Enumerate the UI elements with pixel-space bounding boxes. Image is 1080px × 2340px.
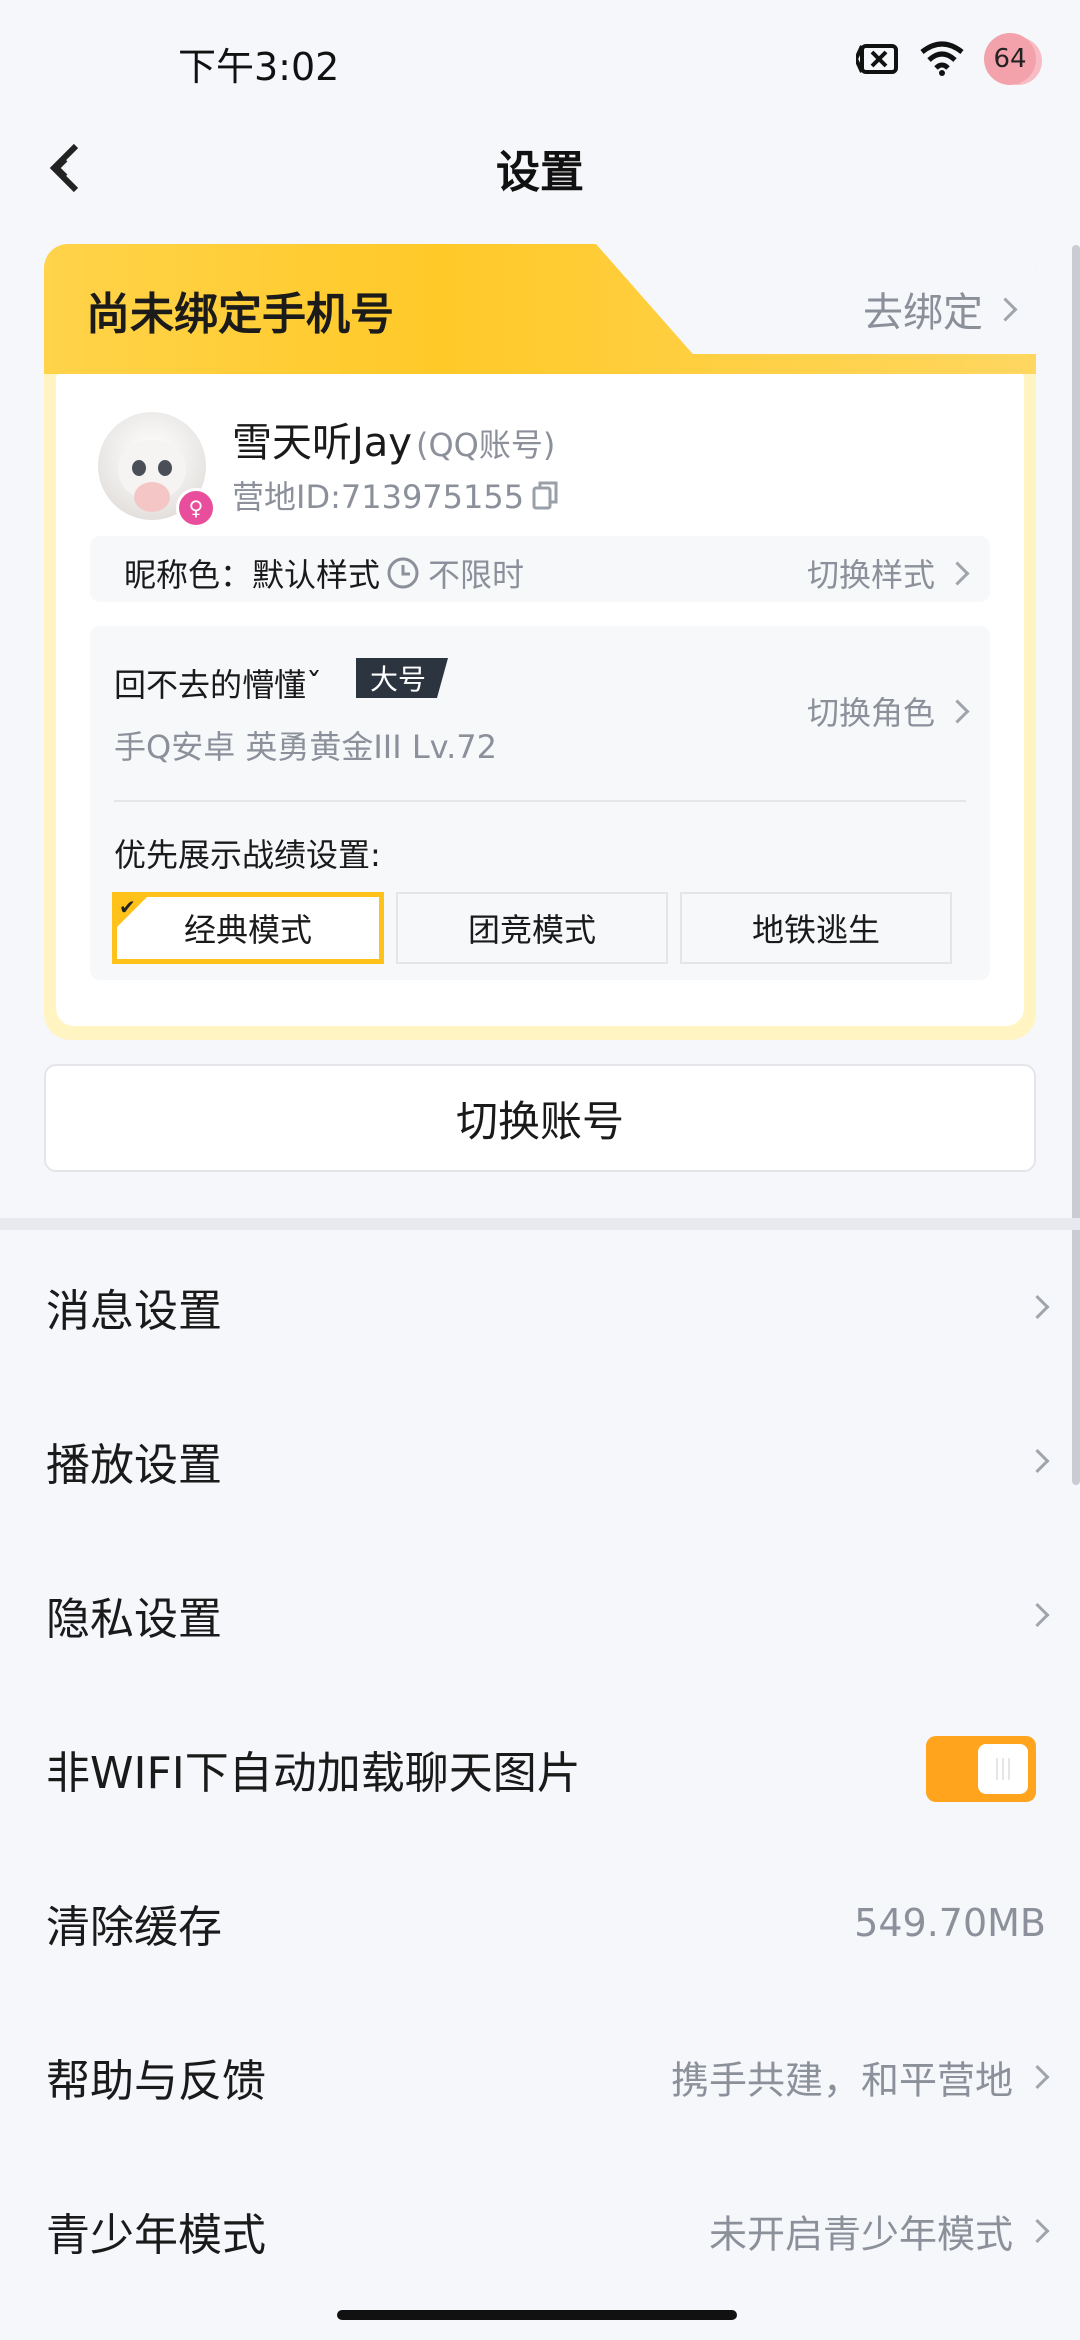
page-title: 设置 (496, 147, 584, 198)
switch-role-label: 切换角色 (806, 694, 935, 732)
bind-phone-label: 去绑定 (863, 290, 983, 336)
wifi-icon (920, 41, 964, 76)
nickname-color-limit-text: 不限时 (428, 556, 525, 594)
row-right (1023, 1602, 1050, 1628)
row-label: 帮助与反馈 (46, 2056, 266, 2107)
row-right: 未开启青少年模式 (708, 2204, 1050, 2259)
chevron-right-icon (993, 296, 1018, 322)
row-label: 隐私设置 (46, 1594, 222, 1645)
clock-icon (387, 557, 419, 589)
nickname-color-row: 昵称色：默认样式 不限时 切换样式 (90, 536, 990, 602)
row-right (1023, 1448, 1050, 1474)
row-label: 消息设置 (46, 1286, 222, 1337)
mode-selector: ✔ 经典模式 团竞模式 地铁逃生 (112, 892, 952, 964)
role-name: 回不去的懵懂ˇ (114, 666, 323, 704)
status-icons: 64 (856, 33, 1036, 85)
camp-id-text: 营地ID:713975155 (232, 478, 525, 516)
mode-label: 地铁逃生 (751, 911, 880, 949)
switch-account-button[interactable]: 切换账号 (44, 1064, 1036, 1172)
card-inner: ♀ 雪天听Jay(QQ账号) 营地ID:713975155 昵称色：默认样式 (56, 362, 1024, 1026)
chevron-right-icon (1025, 1448, 1050, 1474)
record-preference-label: 优先展示战绩设置: (114, 836, 381, 874)
row-label: 青少年模式 (46, 2210, 266, 2261)
row-right: 携手共建，和平营地 (670, 2050, 1050, 2105)
row-label: 播放设置 (46, 1440, 222, 1491)
nickname-tag: (QQ账号) (415, 426, 556, 464)
bind-phone-button[interactable]: 去绑定 (863, 280, 1018, 338)
mode-label: 团竞模式 (467, 911, 596, 949)
camp-id: 营地ID:713975155 (232, 472, 558, 518)
row-value: 未开启青少年模式 (708, 2212, 1013, 2257)
nickname: 雪天听Jay (QQ账号) (232, 410, 555, 468)
section-divider (0, 1218, 1080, 1230)
account-card: ♀ 雪天听Jay(QQ账号) 营地ID:713975155 昵称色：默认样式 (44, 244, 1036, 1040)
toggle-knob (978, 1744, 1028, 1794)
banner-title: 尚未绑定手机号 (86, 289, 394, 340)
switch-role-button[interactable]: 切换角色 (806, 688, 970, 734)
list-item-auto-load-images: 非WIFI下自动加载聊天图片 (0, 1692, 1080, 1846)
battery-icon: 64 (984, 33, 1036, 85)
status-time: 下午3:02 (178, 45, 340, 89)
mode-metro[interactable]: 地铁逃生 (680, 892, 952, 964)
list-item-message-settings[interactable]: 消息设置 (0, 1230, 1080, 1384)
row-value: 携手共建，和平营地 (670, 2058, 1013, 2103)
list-item-help-feedback[interactable]: 帮助与反馈 携手共建，和平营地 (0, 2000, 1080, 2154)
list-item-playback-settings[interactable]: 播放设置 (0, 1384, 1080, 1538)
avatar-paw (134, 482, 170, 512)
avatar[interactable]: ♀ (98, 412, 216, 528)
mode-label: 经典模式 (183, 911, 312, 949)
auto-load-images-toggle[interactable] (926, 1736, 1036, 1802)
switch-style-button[interactable]: 切换样式 (806, 550, 970, 596)
cache-size: 549.70MB (854, 1901, 1046, 1945)
check-icon: ✔ (115, 895, 149, 929)
mode-classic[interactable]: ✔ 经典模式 (112, 892, 384, 964)
row-label: 清除缓存 (46, 1902, 222, 1953)
chevron-right-icon (1025, 1294, 1050, 1320)
copy-icon[interactable] (532, 480, 558, 510)
chevron-right-icon (945, 560, 970, 586)
role-badge: 大号 (356, 658, 449, 698)
nickname-text: 雪天听Jay (232, 420, 412, 466)
role-box: 回不去的懵懂ˇ 大号 手Q安卓 英勇黄金III Lv.72 切换角色 优先展示战… (90, 626, 990, 980)
nickname-color-label: 昵称色：默认样式 (124, 556, 381, 594)
row-label: 非WIFI下自动加载聊天图片 (46, 1748, 581, 1799)
chevron-right-icon (1025, 1602, 1050, 1628)
avatar-eye (158, 460, 172, 476)
chevron-right-icon (1025, 2218, 1050, 2244)
list-item-clear-cache[interactable]: 清除缓存 549.70MB (0, 1846, 1080, 2000)
list-item-teen-mode[interactable]: 青少年模式 未开启青少年模式 (0, 2154, 1080, 2308)
row-right (1023, 1294, 1050, 1320)
settings-list: 消息设置 播放设置 隐私设置 非WIFI下自动加载聊天图片 清除缓存 549.7… (0, 1230, 1080, 2308)
divider (114, 800, 966, 802)
card-body: ♀ 雪天听Jay(QQ账号) 营地ID:713975155 昵称色：默认样式 (44, 352, 1036, 1040)
role-info: 手Q安卓 英勇黄金III Lv.72 (114, 728, 498, 766)
mode-team[interactable]: 团竞模式 (396, 892, 668, 964)
chevron-right-icon (1025, 2064, 1050, 2090)
home-indicator[interactable] (337, 2310, 737, 2320)
list-item-privacy-settings[interactable]: 隐私设置 (0, 1538, 1080, 1692)
avatar-eye (132, 460, 146, 476)
bind-phone-banner: 尚未绑定手机号 去绑定 (44, 244, 1036, 374)
no-sim-icon (856, 44, 898, 74)
switch-style-label: 切换样式 (806, 556, 935, 594)
chevron-right-icon (945, 698, 970, 724)
check-glyph: ✔ (119, 895, 136, 919)
female-icon: ♀ (176, 488, 216, 528)
nickname-color-limit: 不限时 (386, 550, 524, 596)
